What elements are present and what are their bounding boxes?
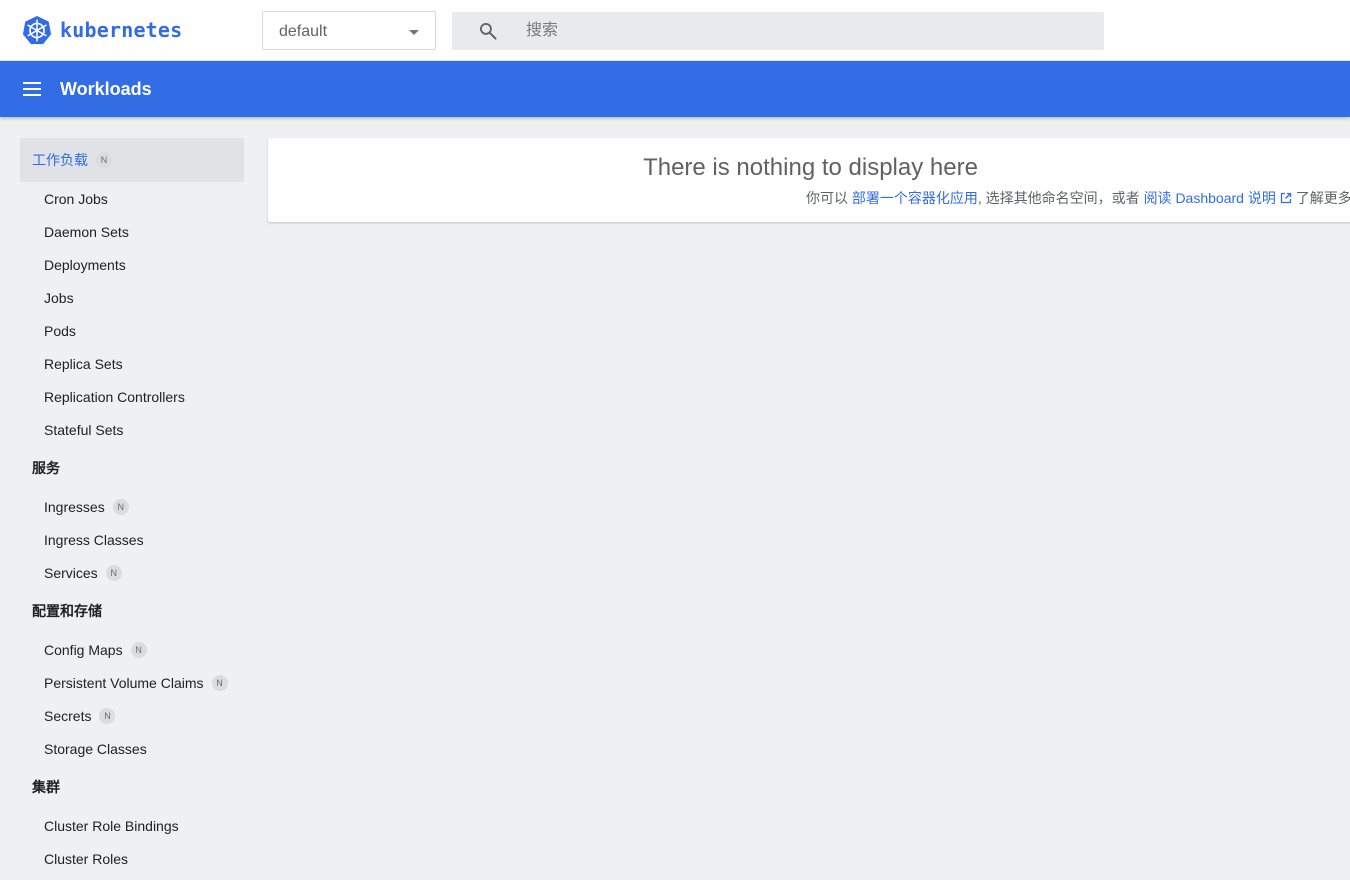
nav-header-label: 工作负载 [32, 152, 88, 168]
search-icon[interactable] [478, 21, 498, 41]
nav-section-label: 服务 [32, 460, 60, 476]
nav-item-ingresses[interactable]: Ingresses N [20, 490, 244, 523]
nav-item-label: Persistent Volume Claims [44, 674, 204, 691]
nav-item-label: Storage Classes [44, 740, 147, 757]
nav-item-label: Daemon Sets [44, 223, 129, 240]
nav-item-label: Deployments [44, 256, 126, 273]
page-title: Workloads [60, 79, 152, 99]
nav-item-cluster-roles[interactable]: Cluster Roles [20, 842, 244, 875]
dashboard-docs-link[interactable]: 阅读 Dashboard 说明 [1144, 190, 1292, 206]
nav-item-daemon-sets[interactable]: Daemon Sets [20, 215, 244, 248]
nav-item-deployments[interactable]: Deployments [20, 248, 244, 281]
sidebar-nav: 工作负载 N Cron Jobs Daemon Sets Deployments… [20, 138, 244, 875]
nav-item-replica-sets[interactable]: Replica Sets [20, 347, 244, 380]
nav-section-label: 配置和存储 [32, 603, 102, 619]
menu-icon[interactable] [22, 80, 42, 98]
nav-item-ingress-classes[interactable]: Ingress Classes [20, 523, 244, 556]
empty-text-suffix: 了解更多。 [1295, 190, 1350, 206]
nav-item-label: Jobs [44, 289, 74, 306]
nav-item-replication-controllers[interactable]: Replication Controllers [20, 380, 244, 413]
search-bar [452, 12, 1104, 50]
logo-text: kubernetes [60, 18, 183, 42]
nav-item-label: Cron Jobs [44, 190, 108, 207]
nav-item-cron-jobs[interactable]: Cron Jobs [20, 182, 244, 215]
external-link-icon [1280, 192, 1291, 204]
nav-item-label: Cluster Roles [44, 850, 129, 867]
kubernetes-logo[interactable]: kubernetes [22, 15, 182, 45]
deploy-app-link[interactable]: 部署一个容器化应用 [852, 190, 978, 206]
toolbar: Workloads [0, 61, 1350, 117]
namespaced-badge: N [99, 707, 116, 724]
docs-link-label: 阅读 Dashboard 说明 [1143, 190, 1276, 206]
namespaced-badge: N [112, 498, 129, 515]
nav-item-label: Replica Sets [44, 355, 123, 372]
empty-text-prefix: 你可以 [806, 190, 852, 206]
nav-section-label: 集群 [32, 779, 60, 795]
namespace-select[interactable]: default [262, 11, 436, 50]
empty-state-text: 你可以 部署一个容器化应用, 选择其他命名空间，或者 阅读 Dashboard … [806, 188, 1350, 208]
nav-item-label: Replication Controllers [44, 388, 185, 405]
search-input[interactable] [526, 12, 1086, 50]
nav-item-pods[interactable]: Pods [20, 314, 244, 347]
empty-state-title: There is nothing to display here [643, 154, 978, 181]
nav-item-label: Pods [44, 322, 76, 339]
empty-text-middle: , 选择其他命名空间，或者 [977, 190, 1144, 206]
namespaced-badge: N [211, 674, 228, 691]
caret-down-icon [409, 30, 419, 35]
nav-item-stateful-sets[interactable]: Stateful Sets [20, 413, 244, 446]
namespace-value: default [279, 23, 328, 40]
nav-item-config-maps[interactable]: Config Maps N [20, 633, 244, 666]
nav-item-label: Secrets [44, 707, 92, 724]
namespaced-badge: N [130, 641, 147, 658]
empty-state-card: There is nothing to display here 你可以 部署一… [268, 138, 1350, 222]
nav-item-label: Services [44, 564, 98, 581]
namespaced-badge: N [105, 564, 122, 581]
nav-item-storage-classes[interactable]: Storage Classes [20, 732, 244, 765]
top-bar: kubernetes default [0, 0, 1350, 61]
nav-item-label: Cluster Role Bindings [44, 817, 179, 834]
nav-section-services[interactable]: 服务 [20, 446, 244, 490]
kubernetes-wheel-icon [22, 15, 52, 45]
nav-item-persistent-volume-claims[interactable]: Persistent Volume Claims N [20, 666, 244, 699]
nav-item-label: Ingresses [44, 498, 105, 515]
nav-item-secrets[interactable]: Secrets N [20, 699, 244, 732]
namespaced-badge: N [96, 152, 112, 168]
nav-header-workloads[interactable]: 工作负载 N [20, 138, 244, 182]
nav-section-cluster[interactable]: 集群 [20, 765, 244, 809]
nav-item-label: Config Maps [44, 641, 123, 658]
nav-item-services[interactable]: Services N [20, 556, 244, 589]
nav-section-config-storage[interactable]: 配置和存储 [20, 589, 244, 633]
nav-item-jobs[interactable]: Jobs [20, 281, 244, 314]
nav-item-cluster-role-bindings[interactable]: Cluster Role Bindings [20, 809, 244, 842]
nav-item-label: Ingress Classes [44, 531, 144, 548]
nav-item-label: Stateful Sets [44, 421, 124, 438]
